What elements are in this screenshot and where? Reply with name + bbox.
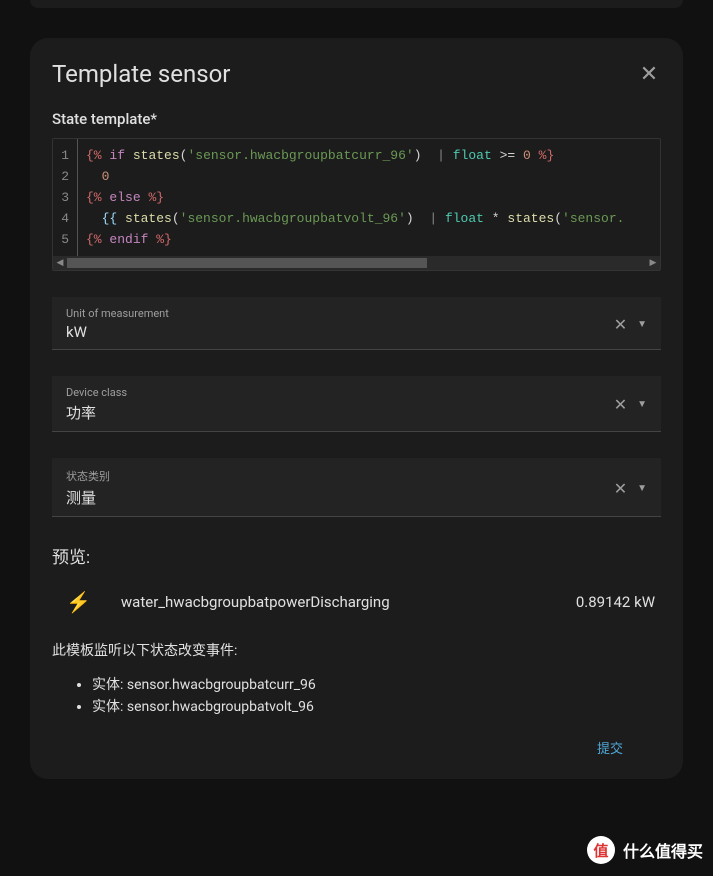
state-class-value: 测量 [66,487,614,508]
state-template-label: State template* [52,110,661,128]
line-number: 5 [59,229,69,250]
horizontal-scrollbar[interactable]: ◀ ▶ [53,256,660,270]
background-panel-edge [30,0,683,8]
code-line[interactable]: 0 [86,166,624,187]
clear-state-class-icon[interactable]: ✕ [614,479,627,498]
editor-gutter: 12345 [53,139,78,256]
device-class-value: 功率 [66,402,614,423]
preview-entity-row: ⚡ water_hwacbgroupbatpowerDischarging 0.… [52,590,661,614]
clear-unit-icon[interactable]: ✕ [614,315,627,334]
close-icon[interactable]: ✕ [637,62,661,86]
state-class-label: 状态类别 [66,468,614,484]
line-number: 4 [59,208,69,229]
template-sensor-dialog: Template sensor ✕ State template* 12345 … [30,38,683,779]
line-number: 3 [59,187,69,208]
listened-entities-list: 实体: sensor.hwacbgroupbatcurr_96实体: senso… [52,674,661,718]
watermark-badge: 值 [587,836,615,864]
list-item: 实体: sensor.hwacbgroupbatcurr_96 [92,674,661,696]
dialog-title: Template sensor [52,60,230,88]
submit-button[interactable]: 提交 [52,738,623,757]
editor-content[interactable]: {% if states('sensor.hwacbgroupbatcurr_9… [78,139,632,256]
preview-entity-value: 0.89142 kW [576,593,655,611]
code-line[interactable]: {{ states('sensor.hwacbgroupbatvolt_96')… [86,208,624,229]
scroll-right-icon[interactable]: ▶ [646,256,660,270]
chevron-down-icon[interactable]: ▼ [637,319,647,330]
preview-entity-name: water_hwacbgroupbatpowerDischarging [121,593,576,611]
watermark: 值 什么值得买 [587,836,703,864]
chevron-down-icon[interactable]: ▼ [637,399,647,410]
state-template-editor[interactable]: 12345 {% if states('sensor.hwacbgroupbat… [52,138,661,271]
line-number: 2 [59,166,69,187]
code-line[interactable]: {% else %} [86,187,624,208]
clear-device-class-icon[interactable]: ✕ [614,395,627,414]
device-class-label: Device class [66,386,614,399]
listens-label: 此模板监听以下状态改变事件: [52,640,661,660]
line-number: 1 [59,145,69,166]
watermark-text: 什么值得买 [623,838,703,862]
code-line[interactable]: {% if states('sensor.hwacbgroupbatcurr_9… [86,145,624,166]
code-line[interactable]: {% endif %} [86,229,624,250]
flash-icon: ⚡ [66,590,91,614]
device-class-field[interactable]: Device class 功率 ✕ ▼ [52,376,661,432]
dialog-header: Template sensor ✕ [52,60,661,88]
unit-value: kW [66,323,614,341]
preview-label: 预览: [52,543,661,568]
scroll-left-icon[interactable]: ◀ [53,256,67,270]
chevron-down-icon[interactable]: ▼ [637,483,647,494]
unit-of-measurement-field[interactable]: Unit of measurement kW ✕ ▼ [52,297,661,350]
scrollbar-thumb[interactable] [67,258,427,268]
list-item: 实体: sensor.hwacbgroupbatvolt_96 [92,696,661,718]
unit-label: Unit of measurement [66,307,614,320]
state-class-field[interactable]: 状态类别 测量 ✕ ▼ [52,458,661,517]
